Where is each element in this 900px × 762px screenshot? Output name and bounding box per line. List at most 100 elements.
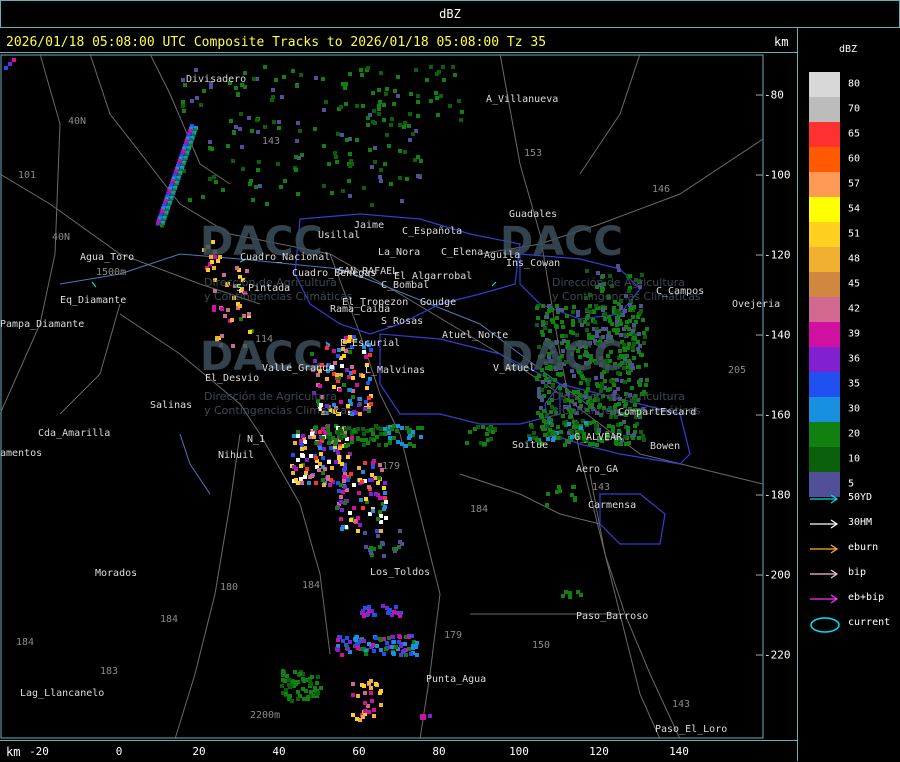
legend-level-label: 42 [848, 303, 861, 315]
echo-cell [385, 641, 389, 645]
echo-cell [358, 523, 362, 527]
place-label: E_Escurial [340, 338, 401, 349]
echo-cell [387, 144, 391, 148]
echo-cell [181, 78, 185, 82]
echo-cell [544, 384, 548, 388]
echo-cell [638, 311, 642, 315]
echo-cell [328, 432, 332, 436]
echo-cell [362, 186, 366, 190]
echo-cell [414, 68, 418, 72]
track-arrow-icon [810, 494, 839, 504]
legend-swatch [809, 147, 840, 172]
echo-cell [383, 432, 387, 436]
echo-cell [360, 647, 364, 651]
echo-cell [543, 433, 547, 437]
echo-cell [379, 703, 383, 707]
echo-cell [379, 432, 383, 436]
echo-cell [372, 714, 376, 718]
echo-cell [378, 545, 382, 549]
echo-cell [476, 425, 480, 429]
echo-cell [400, 442, 404, 446]
echo-cell [361, 715, 365, 719]
place-label: N_1 [247, 434, 266, 445]
echo-cell [315, 441, 319, 445]
echo-cell [362, 432, 366, 436]
legend-level-label: 57 [848, 178, 861, 190]
echo-cell [615, 309, 619, 313]
echo-cell [383, 481, 387, 485]
legend-swatch [809, 222, 840, 247]
echo-cell [586, 382, 590, 386]
echo-cell [309, 690, 313, 694]
echo-cell [321, 471, 325, 475]
echo-cell [571, 319, 575, 323]
echo-cell [256, 168, 260, 172]
echo-cell [255, 118, 259, 122]
echo-cell [343, 485, 347, 489]
echo-cell [593, 320, 597, 324]
legend-swatch [809, 272, 840, 297]
echo-cell [367, 642, 371, 646]
echo-cell [382, 486, 386, 490]
echo-cell [594, 423, 598, 427]
place-label: Ins_Cowan [506, 258, 561, 269]
echo-cell [364, 355, 368, 359]
echo-cell [624, 325, 628, 329]
echo-cell [256, 130, 260, 134]
echo-cell [571, 310, 575, 314]
echo-cell [367, 485, 371, 489]
echo-cell [324, 100, 328, 104]
echo-cell [364, 652, 368, 656]
road-label: 184 [16, 637, 35, 648]
echo-cell [384, 92, 388, 96]
place-label: Soitue [512, 440, 549, 451]
road-label: 179 [382, 461, 401, 472]
echo-cell [306, 695, 310, 699]
echo-cell [378, 175, 382, 179]
radar-map[interactable]: DACC DACC DACC DACC Dirección de Agricul… [0, 54, 797, 739]
dbz-legend: dBZ 80 70 65 60 57 54 51 48 45 42 39 36 35 30 20 10 5 50… [799, 28, 900, 761]
echo-cell [371, 643, 375, 647]
echo-cell [319, 452, 323, 456]
echo-cell [400, 426, 404, 430]
echo-cell [340, 508, 344, 512]
echo-cell [416, 174, 420, 178]
y-tick-label: -100 [764, 168, 791, 182]
echo-cell [567, 422, 571, 426]
echo-cell [408, 434, 412, 438]
echo-cell [568, 595, 572, 599]
echo-cell [263, 65, 267, 69]
echo-cell [243, 85, 247, 89]
echo-cell [488, 426, 492, 430]
echo-cell [314, 456, 318, 460]
place-label: Cuadro_Nacional [240, 252, 331, 263]
echo-cell [281, 673, 285, 677]
echo-cell [434, 91, 438, 95]
window-title-bar: dBZ [0, 0, 900, 28]
echo-cell [556, 308, 560, 312]
echo-cell [632, 433, 636, 437]
echo-cell [330, 191, 334, 195]
track-arrow-icon [810, 594, 839, 604]
echo-cell [236, 92, 240, 96]
echo-cell [382, 554, 386, 558]
echo-cell [372, 109, 376, 113]
echo-cell [585, 316, 589, 320]
echo-cell [376, 426, 380, 430]
place-label: Valle_Grande [262, 363, 335, 374]
legend-swatch [809, 97, 840, 122]
echo-cell [340, 462, 344, 466]
echo-cell [379, 71, 383, 75]
echo-cell [378, 496, 382, 500]
echo-cell [248, 182, 252, 186]
echo-cell [383, 491, 387, 495]
echo-cell [376, 534, 380, 538]
echo-cell [545, 413, 549, 417]
echo-cell [416, 94, 420, 98]
echo-cell [277, 126, 281, 130]
echo-cell [546, 492, 550, 496]
echo-cell [313, 127, 317, 131]
echo-cell [376, 517, 380, 521]
echo-cell [341, 639, 345, 643]
echo-cell [451, 65, 455, 69]
